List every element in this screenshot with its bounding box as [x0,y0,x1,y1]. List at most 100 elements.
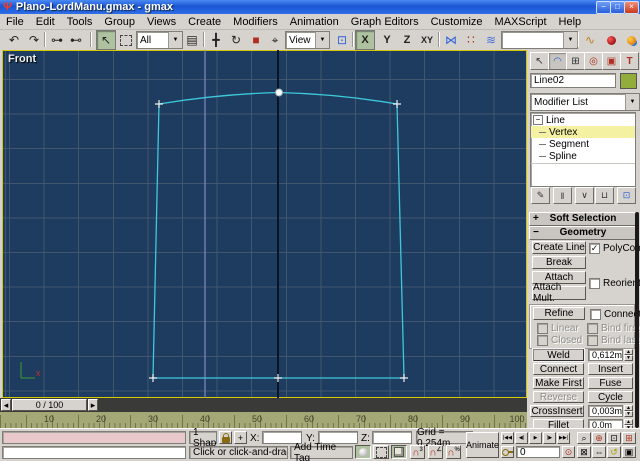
tab-create[interactable]: ↖ [530,52,549,70]
restrict-y-button[interactable]: Y [377,30,397,50]
create-line-button[interactable]: Create Line [532,241,586,254]
panel-scrollbar[interactable] [635,212,639,428]
min-max-toggle-button[interactable]: ▣ [622,446,636,458]
animate-button[interactable]: Animate [466,432,499,458]
zoom-extents-button[interactable]: ⊡ [607,432,621,444]
current-frame-field[interactable]: 0 [516,446,560,458]
chevron-down-icon[interactable]: ▼ [168,32,182,48]
collapse-icon[interactable]: − [533,115,543,125]
mirror-button[interactable]: ⋈ [441,30,461,50]
vertex-top-right[interactable] [393,100,401,108]
menu-graph-editors[interactable]: Graph Editors [345,16,425,28]
connect-button[interactable]: Connect [533,363,584,375]
crossinsert-spinner[interactable]: ▲▼ [624,405,633,417]
tab-utilities[interactable]: T [620,52,639,70]
crossinsert-field[interactable]: 0,003m [588,405,623,417]
select-and-manipulate-button[interactable]: ⌖ [265,30,285,50]
region-zoom-button[interactable]: ⊠ [577,446,591,458]
restore-button[interactable]: □ [610,1,625,14]
coord-system-dropdown[interactable]: View ▼ [285,31,330,49]
menu-group[interactable]: Group [98,16,141,28]
time-slider-track[interactable]: ◂ 0 / 100 ▸ [0,398,527,412]
tab-modify[interactable]: ◠ [548,52,567,70]
select-and-move-button[interactable]: ╋ [206,30,226,50]
vertex-first-selected[interactable] [276,89,283,96]
spinner-down-icon[interactable]: ▼ [624,355,633,361]
menu-file[interactable]: File [0,16,30,28]
stack-item-line[interactable]: − Line [531,114,635,126]
unlink-selection-button[interactable]: ⊷ [66,30,86,50]
make-unique-button[interactable]: ∨ [575,187,594,204]
weld-threshold-field[interactable]: 0,612m [588,349,623,361]
next-frame-button[interactable]: |▶ [543,432,556,444]
break-button[interactable]: Break [532,256,586,269]
stack-item-spline[interactable]: Spline [531,150,635,162]
menu-create[interactable]: Create [182,16,227,28]
attach-mult-button[interactable]: Attach Mult. [532,286,586,300]
use-pivot-center-button[interactable]: ⊡ [332,30,352,50]
maxscript-mini-listener-pink[interactable] [2,431,186,444]
refine-button[interactable]: Refine [533,307,585,320]
goto-start-button[interactable]: |◀◀ [501,432,514,444]
chevron-down-icon[interactable]: ▼ [563,32,577,48]
goto-end-button[interactable]: ▶▶| [557,432,570,444]
viewport-canvas[interactable]: x [2,50,527,398]
cycle-button[interactable]: Cycle [588,391,633,403]
tab-motion[interactable]: ◎ [584,52,603,70]
maxscript-mini-listener-white[interactable] [2,446,186,459]
fuse-button[interactable]: Fuse [588,377,633,389]
spinner-down-icon[interactable]: ▼ [624,411,633,417]
object-color-swatch[interactable] [620,73,637,89]
tab-hierarchy[interactable]: ⊞ [566,52,585,70]
vertex-bottom-center[interactable] [274,374,282,382]
show-end-result-button[interactable]: ‖ [553,187,572,204]
linear-checkbox[interactable]: Linear [537,323,579,334]
rollout-soft-selection[interactable]: + Soft Selection [529,212,637,226]
pin-stack-button[interactable]: ✎ [531,187,550,204]
bind-last-checkbox[interactable]: Bind last [587,335,639,346]
menu-views[interactable]: Views [141,16,182,28]
select-and-rotate-button[interactable]: ↻ [226,30,246,50]
zoom-button[interactable]: ⌕ [577,432,591,444]
material-editor-button[interactable] [601,30,621,50]
render-button[interactable] [621,30,640,50]
make-first-button[interactable]: Make First [533,377,584,389]
vertex-bottom-right[interactable] [400,374,408,382]
previous-frame-button[interactable]: ◀| [515,432,528,444]
restrict-xy-plane-button[interactable]: XY [417,30,437,50]
crossing-selection-button[interactable] [373,445,389,459]
time-configuration-button[interactable]: ⊙ [562,446,575,458]
weld-spinner[interactable]: ▲▼ [624,349,633,361]
bind-first-checkbox[interactable]: Bind first [587,323,640,334]
named-selection-dropdown[interactable]: ▼ [501,31,578,49]
curve-editor-button[interactable]: ∿ [580,30,600,50]
degradation-override-button[interactable] [355,445,371,459]
chevron-down-icon[interactable]: ▼ [625,94,639,110]
minimize-button[interactable]: − [596,1,611,14]
select-object-button[interactable]: ↖ [96,30,116,50]
closed-checkbox[interactable]: Closed [537,335,582,346]
polyconnect-checkbox[interactable]: ✓ PolyConnect [589,243,640,254]
time-slider-prev-button[interactable]: ◂ [1,399,11,411]
pan-button[interactable]: ⇔ [592,446,606,458]
menu-tools[interactable]: Tools [61,16,99,28]
configure-modifier-sets-button[interactable]: ⊡ [617,187,636,204]
viewport-label[interactable]: Front [8,53,36,65]
vertex-bottom-left[interactable] [149,374,157,382]
array-button[interactable]: ∷ [461,30,481,50]
menu-animation[interactable]: Animation [284,16,345,28]
insert-button[interactable]: Insert [588,363,633,375]
select-and-scale-button[interactable]: ■ [246,30,266,50]
selection-region-button[interactable] [116,30,136,50]
connect-checkbox[interactable]: Connect [590,309,640,320]
modifier-list-dropdown[interactable]: Modifier List ▼ [530,93,640,111]
stack-item-vertex[interactable]: Vertex [531,126,635,138]
menu-customize[interactable]: Customize [425,16,489,28]
align-button[interactable]: ≋ [481,30,501,50]
vertex-top-left[interactable] [155,100,163,108]
arc-rotate-button[interactable]: ↺ [607,446,621,458]
undo-button[interactable]: ↶ [4,30,24,50]
z-coord-field[interactable] [372,431,412,444]
time-slider-next-button[interactable]: ▸ [88,399,98,411]
selection-filter-dropdown[interactable]: All ▼ [136,31,183,49]
